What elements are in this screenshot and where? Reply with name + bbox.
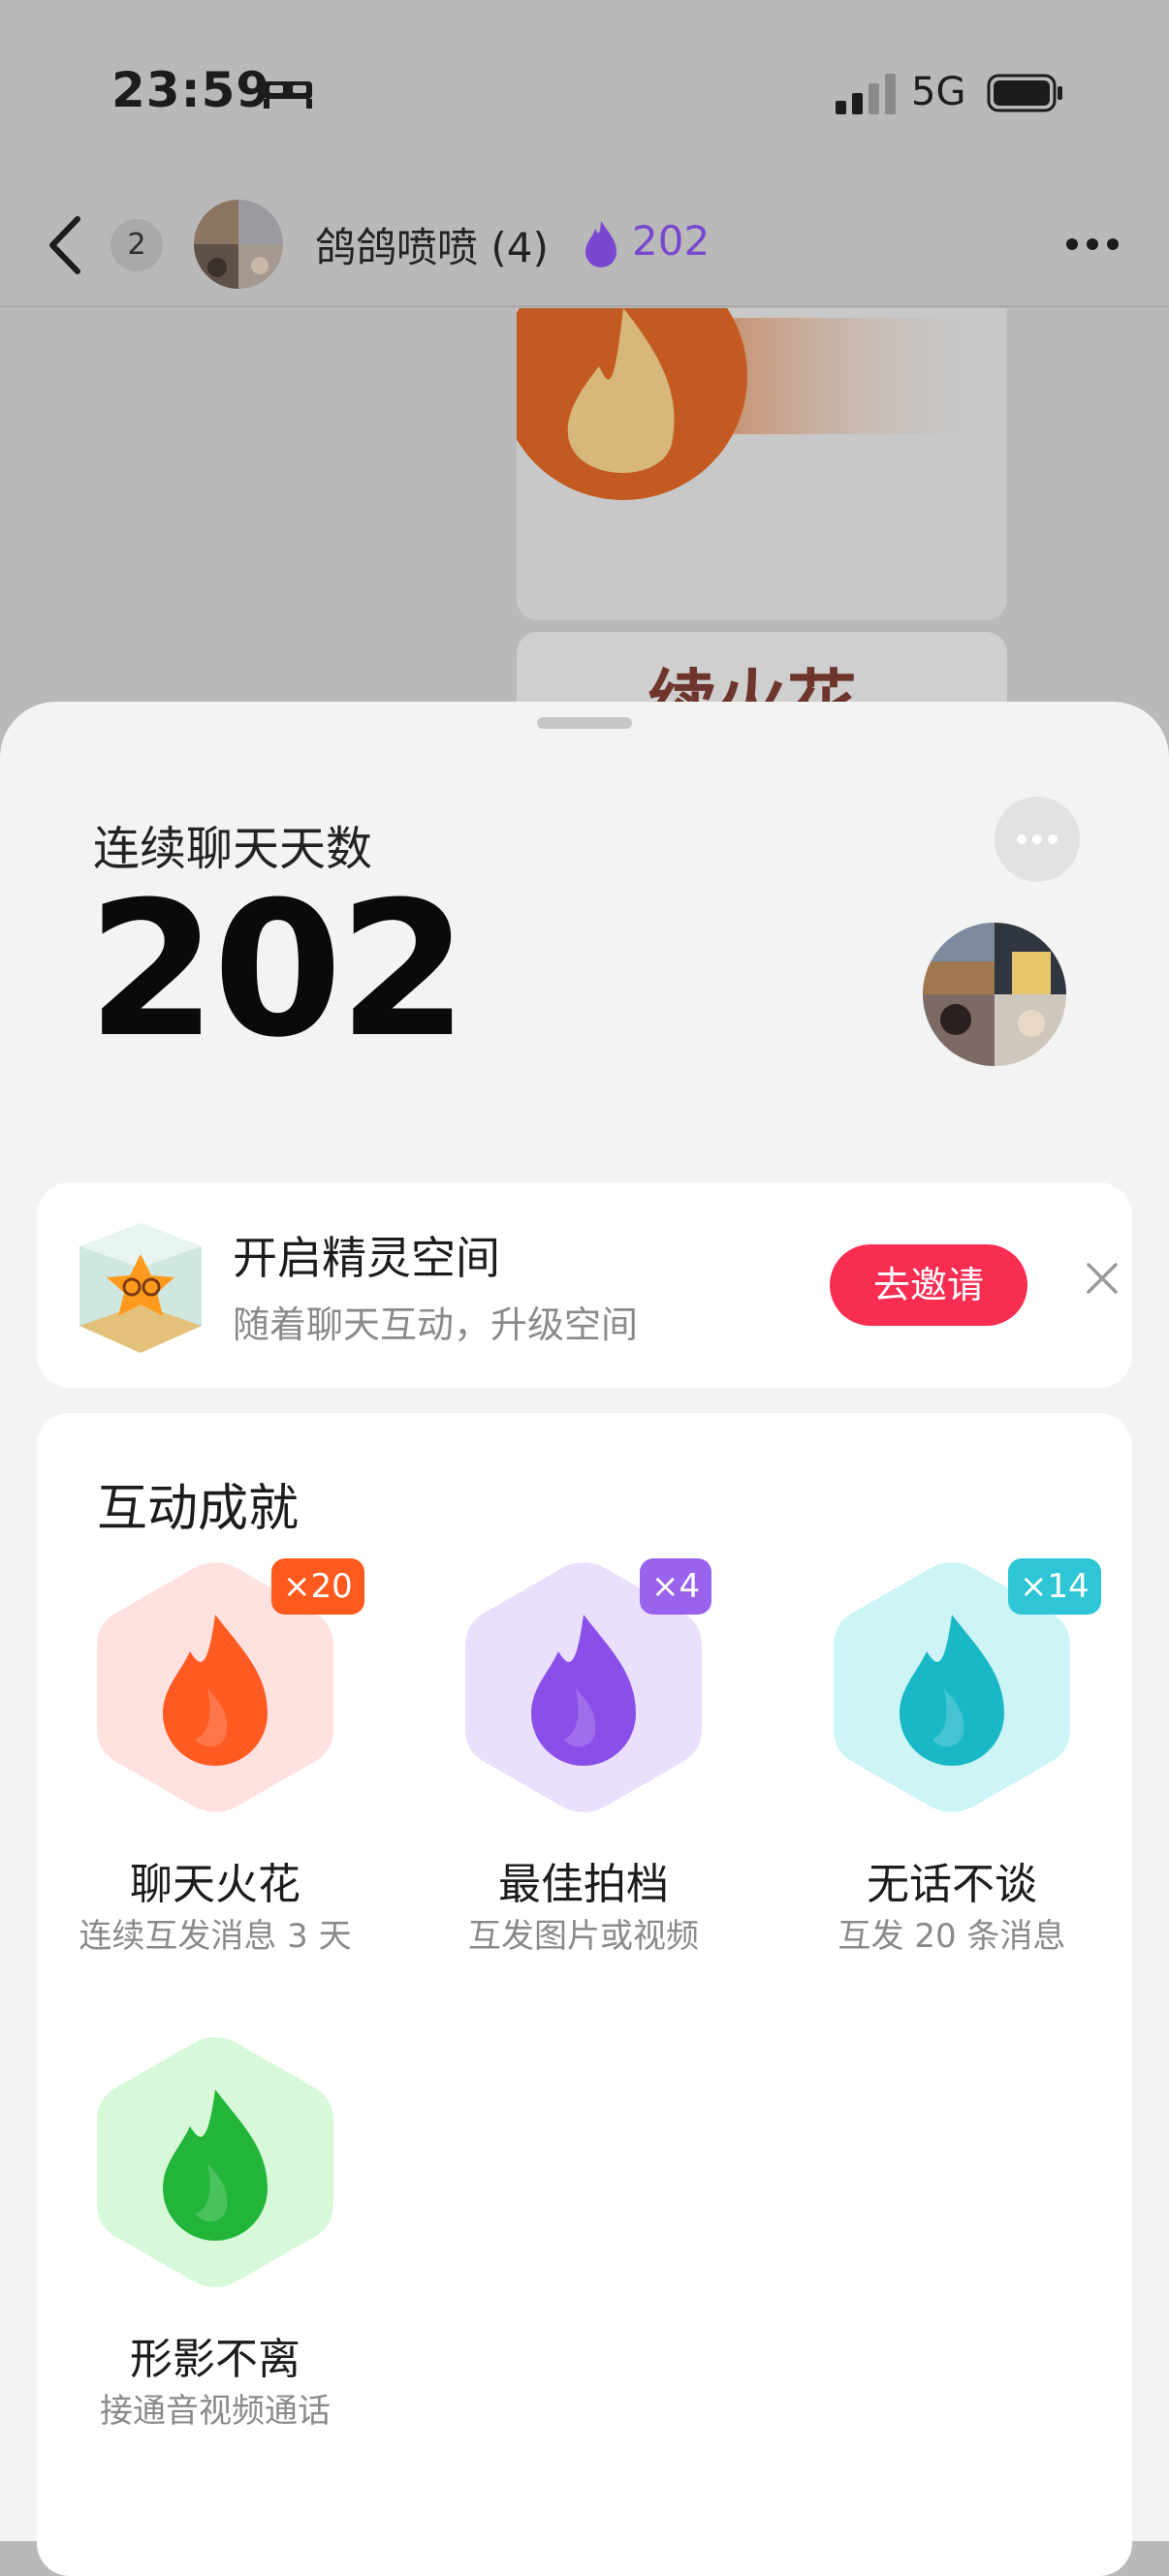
- spirit-card-title: 开启精灵空间: [233, 1232, 500, 1284]
- message-image[interactable]: [517, 308, 1007, 620]
- achievement-name: 形影不离: [130, 2335, 300, 2384]
- streak-sheet: 连续聊天天数 202 开启精灵空间 随着聊天互动，升级空间 去邀请 互动成就 ×…: [0, 702, 1169, 2576]
- group-avatar-large[interactable]: [923, 923, 1066, 1066]
- achievement-description: 互发图片或视频: [468, 1917, 699, 1956]
- spirit-card-subtitle: 随着聊天互动，升级空间: [233, 1304, 639, 1346]
- sheet-grabber[interactable]: [537, 717, 632, 729]
- cellular-signal-icon: [836, 74, 896, 114]
- achievement-count-badge: ×14: [1008, 1558, 1101, 1615]
- achievement-inseparable[interactable]: 形影不离 接通音视频通话: [70, 2033, 361, 2479]
- invite-button[interactable]: 去邀请: [830, 1244, 1027, 1326]
- group-avatar[interactable]: [194, 200, 283, 289]
- achievement-chat-spark[interactable]: ×20 聊天火花 连续互发消息 3 天: [70, 1558, 364, 2004]
- chat-streak-count: 202: [632, 217, 711, 265]
- streak-value: 202: [87, 863, 468, 1079]
- sleep-focus-icon: [264, 81, 312, 109]
- achievement-best-partner[interactable]: ×4 最佳拍档 互发图片或视频: [438, 1558, 729, 2004]
- achievements-card: 互动成就 ×20 聊天火花 连续互发消息 3 天 ×4 最佳拍档 互发图片或视频: [37, 1413, 1132, 2576]
- sheet-more-button[interactable]: [995, 797, 1080, 882]
- achievement-count-badge: ×20: [271, 1558, 364, 1615]
- achievement-count-badge: ×4: [640, 1558, 712, 1615]
- achievement-hexagon: [97, 2037, 333, 2287]
- more-options-icon[interactable]: [1064, 236, 1121, 252]
- achievement-name: 无话不谈: [867, 1860, 1037, 1909]
- achievement-description: 互发 20 条消息: [837, 1917, 1066, 1956]
- back-arrow-icon[interactable]: [47, 215, 83, 275]
- achievement-description: 接通音视频通话: [100, 2392, 331, 2431]
- battery-icon: [987, 74, 1062, 112]
- achievement-name: 聊天火花: [130, 1860, 300, 1909]
- close-icon[interactable]: [1086, 1262, 1119, 1295]
- achievement-name: 最佳拍档: [498, 1860, 669, 1909]
- spirit-space-card[interactable]: 开启精灵空间 随着聊天互动，升级空间 去邀请: [37, 1182, 1132, 1388]
- spirit-space-illustration: [79, 1223, 202, 1353]
- achievements-title: 互动成就: [97, 1480, 300, 1538]
- chat-title[interactable]: 鸽鸽喷喷 (4): [315, 215, 549, 274]
- flame-icon: [585, 221, 616, 267]
- achievement-talk-everything[interactable]: ×14 无话不谈 互发 20 条消息: [806, 1558, 1101, 2004]
- network-type: 5G: [911, 70, 966, 114]
- message-text: 续火花: [648, 662, 858, 709]
- message-text-bubble[interactable]: 续火花: [517, 632, 1007, 709]
- status-time: 23:59: [111, 62, 271, 118]
- unread-count-badge[interactable]: 2: [111, 219, 163, 271]
- more-dots-icon: [1017, 834, 1058, 844]
- achievement-description: 连续互发消息 3 天: [79, 1917, 352, 1956]
- status-bar: 23:59 5G: [0, 0, 1169, 184]
